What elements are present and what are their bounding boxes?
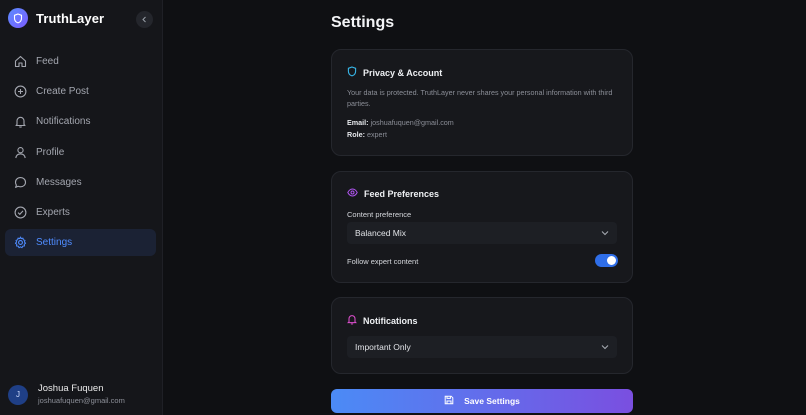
content-preference-label: Content preference <box>347 210 412 219</box>
follow-expert-label: Follow expert content <box>347 257 419 266</box>
sidebar-item-create-post[interactable]: Create Post <box>5 78 156 105</box>
notifications-card-header: Notifications <box>346 314 418 327</box>
save-settings-label: Save Settings <box>464 396 520 406</box>
feed-preferences-card: Feed Preferences Content preference Bala… <box>331 171 633 283</box>
bell-icon <box>346 314 358 327</box>
content-preference-select[interactable]: Balanced Mix <box>347 222 617 244</box>
user-icon <box>13 145 27 159</box>
sidebar-item-messages[interactable]: Messages <box>5 169 156 196</box>
privacy-description: Your data is protected. TruthLayer never… <box>347 88 613 108</box>
chat-bubble-icon <box>13 175 27 189</box>
privacy-account-card: Privacy & Account Your data is protected… <box>331 49 633 156</box>
collapse-sidebar-button[interactable] <box>136 11 153 28</box>
sidebar-item-experts[interactable]: Experts <box>5 199 156 226</box>
page-title: Settings <box>331 14 395 31</box>
notifications-card-title: Notifications <box>363 315 418 326</box>
role-label: Role: <box>347 130 365 139</box>
privacy-card-title: Privacy & Account <box>363 67 443 78</box>
role-value: expert <box>366 130 387 139</box>
brand[interactable]: TruthLayer <box>8 8 104 28</box>
sidebar: TruthLayer Feed Create Post Notification… <box>0 0 163 415</box>
sidebar-item-label: Messages <box>36 176 82 188</box>
user-name: Joshua Fuquen <box>38 383 104 394</box>
save-disk-icon <box>444 395 454 407</box>
sidebar-item-feed[interactable]: Feed <box>5 48 156 75</box>
eye-icon <box>347 188 358 199</box>
email-row: Email: joshuafuquen@gmail.com <box>347 118 454 127</box>
sidebar-item-label: Feed <box>36 56 59 67</box>
sidebar-item-label: Profile <box>36 146 65 158</box>
feed-card-title: Feed Preferences <box>364 188 440 199</box>
toggle-knob <box>607 256 616 265</box>
content-preference-value: Balanced Mix <box>355 228 407 238</box>
sidebar-item-settings[interactable]: Settings <box>5 229 156 257</box>
privacy-card-header: Privacy & Account <box>347 66 442 79</box>
chevron-down-icon <box>601 342 609 352</box>
shield-icon <box>347 66 357 79</box>
sidebar-item-label: Notifications <box>36 116 91 128</box>
gear-icon <box>13 236 27 250</box>
email-value: joshuafuquen@gmail.com <box>370 118 454 127</box>
feed-card-header: Feed Preferences <box>347 188 439 199</box>
shield-logo-icon <box>8 8 28 28</box>
sidebar-item-label: Settings <box>36 237 73 249</box>
brand-name: TruthLayer <box>36 10 105 26</box>
sidebar-nav: Feed Create Post Notifications Profile M… <box>5 48 156 259</box>
user-email: joshuafuquen@gmail.com <box>38 396 125 405</box>
follow-expert-toggle[interactable] <box>595 254 618 267</box>
save-settings-button[interactable]: Save Settings <box>331 389 633 413</box>
sidebar-item-label: Experts <box>36 206 70 218</box>
email-label: Email: <box>347 118 369 127</box>
check-circle-icon <box>13 205 27 219</box>
sidebar-item-label: Create Post <box>36 86 89 98</box>
sidebar-item-profile[interactable]: Profile <box>5 139 156 166</box>
bell-icon <box>13 115 27 129</box>
plus-circle-icon <box>13 85 27 99</box>
role-row: Role: expert <box>347 130 387 139</box>
notifications-value: Important Only <box>355 342 411 352</box>
avatar: J <box>8 384 28 405</box>
sidebar-item-notifications[interactable]: Notifications <box>5 108 156 135</box>
chevron-down-icon <box>601 228 609 238</box>
user-profile[interactable]: J Joshua Fuquen joshuafuquen@gmail.com <box>8 383 125 406</box>
notifications-select[interactable]: Important Only <box>347 336 617 358</box>
notifications-card: Notifications Important Only <box>331 297 633 374</box>
home-icon <box>13 55 27 69</box>
chevron-left-icon <box>142 16 146 23</box>
